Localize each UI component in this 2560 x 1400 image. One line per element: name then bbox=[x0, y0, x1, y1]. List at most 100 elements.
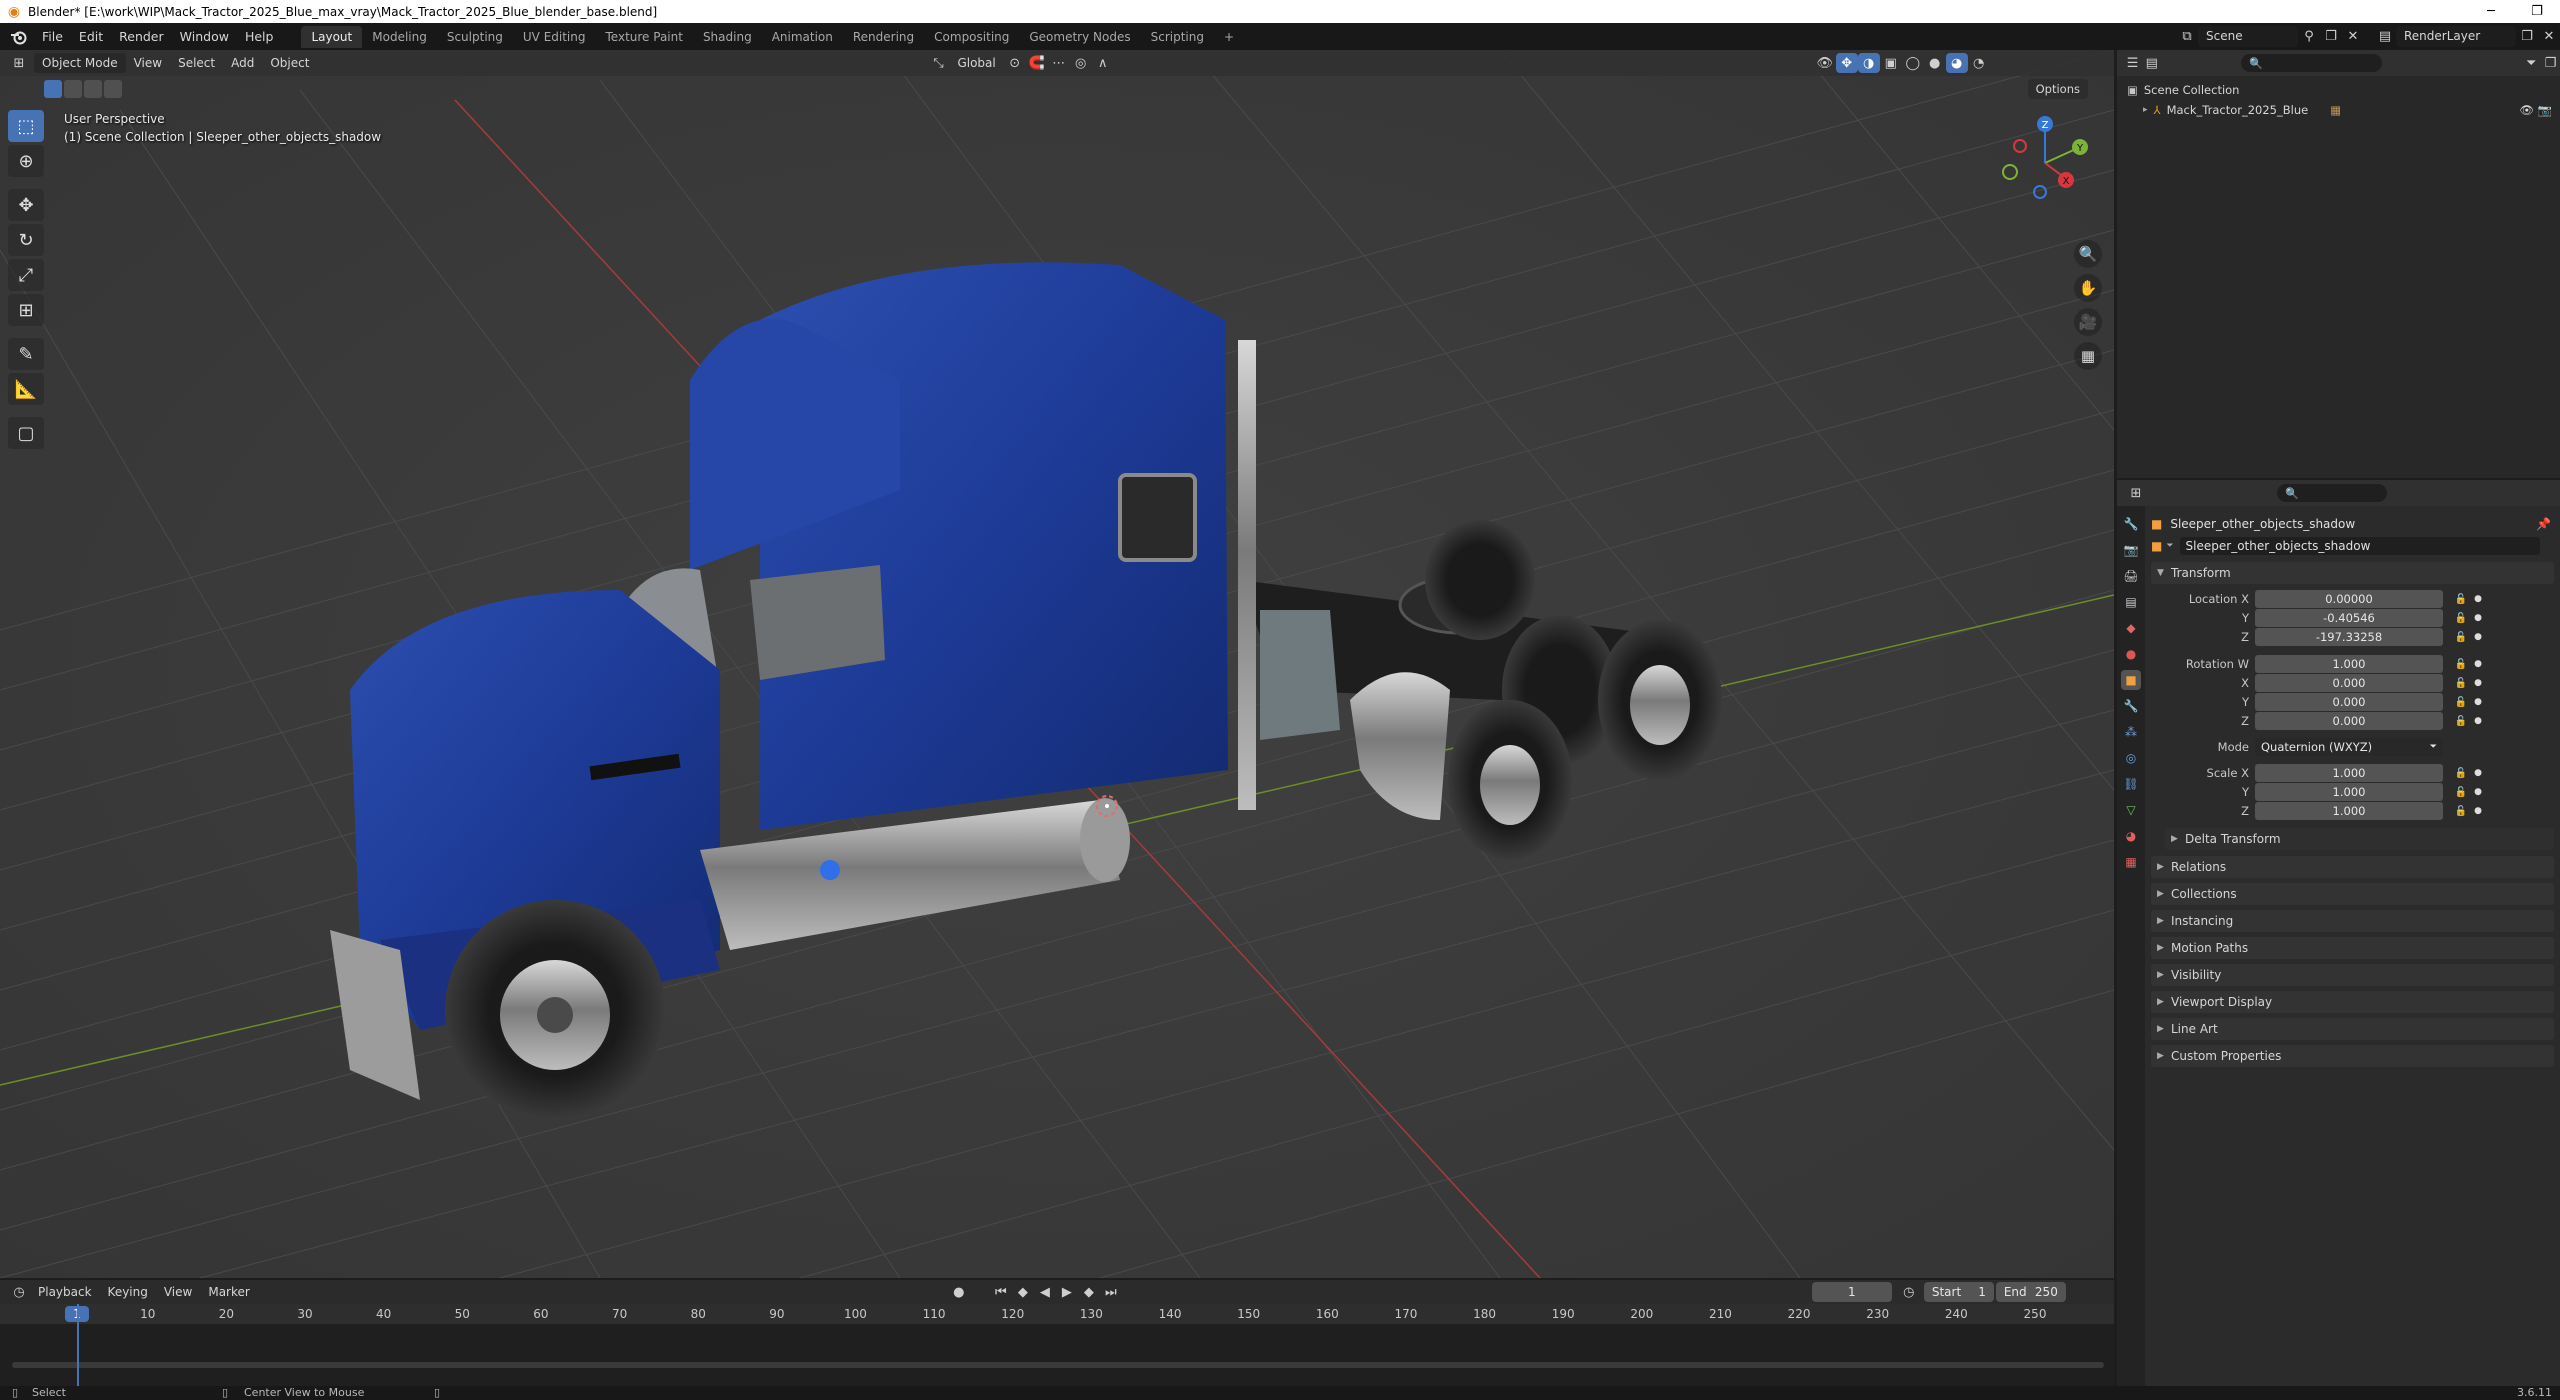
3d-viewport[interactable]: ⊞ Object Mode View Select Add Object ⤡ G… bbox=[0, 50, 2114, 1278]
options-button[interactable]: Options bbox=[2027, 79, 2088, 99]
minimize-button[interactable]: ─ bbox=[2468, 0, 2514, 23]
constraints-tab-icon[interactable]: ⛓ bbox=[2121, 774, 2141, 794]
location-x-field[interactable]: 0.00000 bbox=[2255, 590, 2443, 608]
keyframe-dot-icon[interactable]: ● bbox=[2471, 632, 2485, 642]
solid-shading-icon[interactable]: ● bbox=[1924, 53, 1946, 73]
visibility-icon[interactable]: 👁 bbox=[1814, 53, 1836, 73]
camera-render-icon[interactable]: 📷 bbox=[2538, 103, 2552, 117]
custom-properties-panel[interactable]: ▶ Custom Properties bbox=[2151, 1045, 2554, 1067]
menu-render[interactable]: Render bbox=[111, 26, 172, 48]
keyframe-dot-icon[interactable]: ● bbox=[2471, 678, 2485, 688]
lock-icon[interactable]: 🔓 bbox=[2451, 613, 2471, 624]
location-z-field[interactable]: -197.33258 bbox=[2255, 628, 2443, 646]
transform-tool-icon[interactable]: ⊞ bbox=[8, 294, 44, 326]
keyframe-dot-icon[interactable]: ● bbox=[2471, 806, 2485, 816]
timeline-menu-keying[interactable]: Keying bbox=[100, 1282, 156, 1302]
tab-texture-paint[interactable]: Texture Paint bbox=[596, 26, 693, 48]
end-frame-field[interactable]: End 250 bbox=[1995, 1282, 2066, 1302]
material-tab-icon[interactable]: ◕ bbox=[2121, 826, 2141, 846]
start-frame-field[interactable]: Start 1 bbox=[1923, 1282, 1994, 1302]
delta-transform-subpanel[interactable]: ▶ Delta Transform bbox=[2165, 828, 2554, 850]
delete-view-layer-icon[interactable]: ✕ bbox=[2538, 27, 2560, 47]
tab-compositing[interactable]: Compositing bbox=[924, 26, 1019, 48]
relations-panel[interactable]: ▶ Relations bbox=[2151, 856, 2554, 878]
timeline-ruler[interactable]: 1102030405060708090100110120130140150160… bbox=[0, 1304, 2114, 1324]
blender-menu-icon[interactable] bbox=[8, 26, 30, 48]
new-view-layer-icon[interactable]: ❐ bbox=[2516, 27, 2538, 47]
object-datablock-row[interactable]: ■ ⏷ Sleeper_other_objects_shadow bbox=[2151, 536, 2551, 556]
next-keyframe-icon[interactable]: ◆ bbox=[1078, 1282, 1100, 1302]
rotation-w-field[interactable]: 1.000 bbox=[2255, 655, 2443, 673]
display-mode-icon[interactable]: ▤ bbox=[2142, 53, 2161, 73]
motion-paths-panel[interactable]: ▶ Motion Paths bbox=[2151, 937, 2554, 959]
tab-rendering[interactable]: Rendering bbox=[843, 26, 924, 48]
measure-tool-icon[interactable]: 📐 bbox=[8, 373, 44, 405]
datablock-dropdown-icon[interactable]: ⏷ bbox=[2166, 541, 2173, 551]
preview-range-icon[interactable]: ◷ bbox=[1898, 1282, 1920, 1302]
tab-shading[interactable]: Shading bbox=[693, 26, 762, 48]
jump-start-icon[interactable]: ⏮ bbox=[990, 1282, 1012, 1302]
pan-hand-icon[interactable]: ✋ bbox=[2074, 274, 2102, 302]
tool-tab-icon[interactable]: 🔧 bbox=[2121, 514, 2141, 534]
navigation-gizmo[interactable]: Z Y X bbox=[1990, 108, 2100, 218]
pivot-point-icon[interactable]: ⊙ bbox=[1004, 53, 1026, 73]
annotate-tool-icon[interactable]: ✎ bbox=[8, 338, 44, 370]
tab-layout[interactable]: Layout bbox=[301, 25, 363, 48]
scale-x-field[interactable]: 1.000 bbox=[2255, 764, 2443, 782]
viewport-menu-select[interactable]: Select bbox=[170, 53, 223, 73]
visibility-panel[interactable]: ▶ Visibility bbox=[2151, 964, 2554, 986]
xray-icon[interactable]: ▣ bbox=[1880, 53, 1902, 73]
keyframe-dot-icon[interactable]: ● bbox=[2471, 697, 2485, 707]
rotation-y-field[interactable]: 0.000 bbox=[2255, 693, 2443, 711]
keyframe-dot-icon[interactable]: ● bbox=[2471, 613, 2485, 623]
render-tab-icon[interactable]: 📷 bbox=[2121, 540, 2141, 560]
select-subtract-icon[interactable] bbox=[84, 80, 102, 98]
maximize-button[interactable]: ❐ bbox=[2514, 0, 2560, 23]
delete-scene-icon[interactable]: ✕ bbox=[2342, 27, 2364, 47]
keyframe-dot-icon[interactable]: ● bbox=[2471, 594, 2485, 604]
scene-icon[interactable]: ⧉ bbox=[2176, 27, 2198, 47]
scene-tab-icon[interactable]: ◆ bbox=[2121, 618, 2141, 638]
overlays-toggle-icon[interactable]: ◑ bbox=[1857, 53, 1880, 73]
zoom-icon[interactable]: 🔍 bbox=[2074, 240, 2102, 268]
lock-icon[interactable]: 🔓 bbox=[2451, 697, 2471, 708]
lock-icon[interactable]: 🔓 bbox=[2451, 716, 2471, 727]
falloff-icon[interactable]: ∧ bbox=[1092, 53, 1114, 73]
outliner-editor-type-icon[interactable]: ☰ bbox=[2123, 53, 2142, 73]
mode-selector[interactable]: Object Mode bbox=[34, 53, 126, 73]
select-new-icon[interactable] bbox=[44, 80, 62, 98]
menu-window[interactable]: Window bbox=[172, 26, 237, 48]
lock-icon[interactable]: 🔓 bbox=[2451, 659, 2471, 670]
rotation-z-field[interactable]: 0.000 bbox=[2255, 712, 2443, 730]
play-reverse-icon[interactable]: ◀ bbox=[1034, 1282, 1056, 1302]
timeline-menu-playback[interactable]: Playback bbox=[30, 1282, 100, 1302]
object-tab-icon[interactable]: ■ bbox=[2121, 670, 2141, 690]
keyframe-dot-icon[interactable]: ● bbox=[2471, 768, 2485, 778]
rotation-mode-select[interactable]: Quaternion (WXYZ) ⏷ bbox=[2255, 738, 2443, 756]
select-invert-icon[interactable] bbox=[104, 80, 122, 98]
viewport-menu-view[interactable]: View bbox=[126, 53, 170, 73]
wireframe-shading-icon[interactable]: ◯ bbox=[1902, 53, 1924, 73]
view-layer-tab-icon[interactable]: ▤ bbox=[2121, 592, 2141, 612]
lock-icon[interactable]: 🔓 bbox=[2451, 768, 2471, 779]
pin-icon[interactable]: 📌 bbox=[2536, 517, 2551, 531]
rendered-shading-icon[interactable]: ◔ bbox=[1968, 53, 1990, 73]
properties-search-input[interactable]: 🔍 bbox=[2277, 484, 2387, 502]
lock-icon[interactable]: 🔓 bbox=[2451, 787, 2471, 798]
timeline-scrollbar[interactable] bbox=[12, 1362, 2104, 1368]
new-collection-icon[interactable]: ❐ bbox=[2541, 53, 2560, 73]
lock-icon[interactable]: 🔓 bbox=[2451, 806, 2471, 817]
physics-tab-icon[interactable]: ◎ bbox=[2121, 748, 2141, 768]
menu-file[interactable]: File bbox=[34, 26, 71, 48]
perspective-toggle-icon[interactable]: ▦ bbox=[2074, 342, 2102, 370]
camera-view-icon[interactable]: 🎥 bbox=[2074, 308, 2102, 336]
prev-keyframe-icon[interactable]: ◆ bbox=[1012, 1282, 1034, 1302]
timeline-menu-marker[interactable]: Marker bbox=[200, 1282, 257, 1302]
filter-icon[interactable]: ⏷ bbox=[2522, 53, 2541, 73]
cursor-tool-icon[interactable]: ⊕ bbox=[8, 145, 44, 177]
add-workspace-button[interactable]: + bbox=[1214, 26, 1244, 48]
viewport-menu-add[interactable]: Add bbox=[223, 53, 262, 73]
particles-tab-icon[interactable]: ⁂ bbox=[2121, 722, 2141, 742]
transform-orientation-selector[interactable]: Global bbox=[949, 53, 1003, 73]
timeline-editor-type-icon[interactable]: ◷ bbox=[8, 1282, 30, 1302]
